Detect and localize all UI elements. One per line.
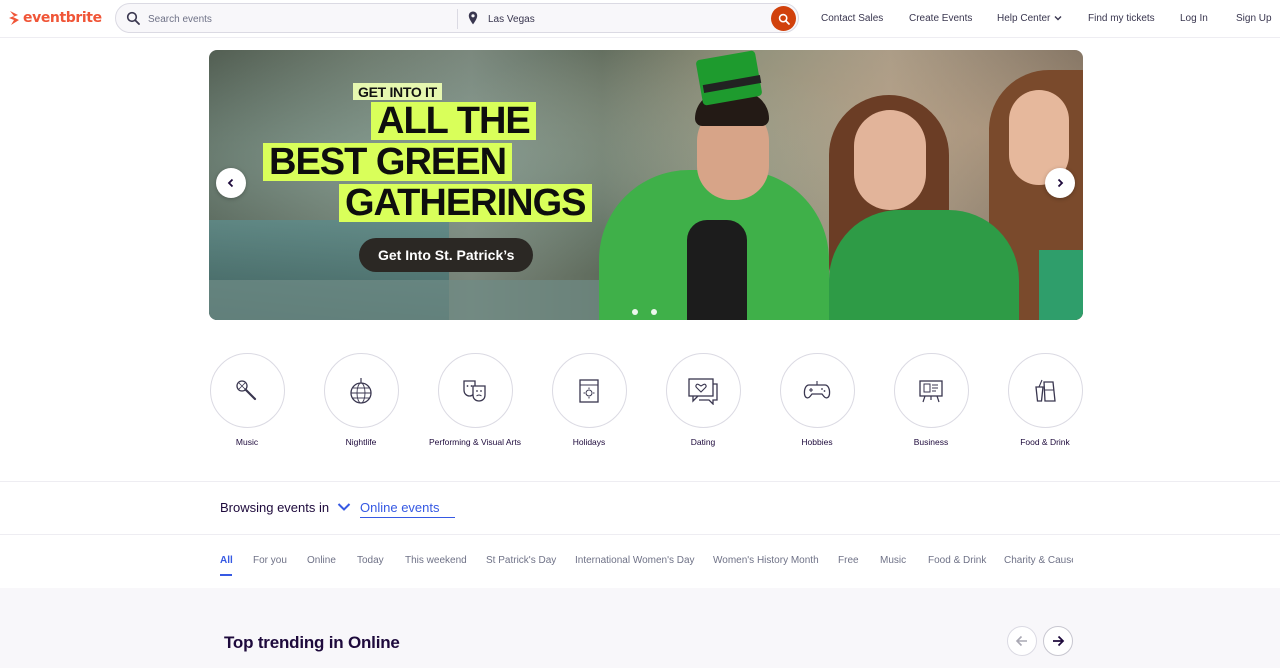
search-input[interactable]	[148, 11, 448, 27]
help-center-menu[interactable]: Help Center	[997, 13, 1062, 24]
sign-up-link[interactable]: Sign Up	[1236, 13, 1272, 24]
hero-headline-line-2: BEST GREEN	[263, 143, 513, 181]
disco-ball-icon	[350, 377, 372, 404]
eventbrite-logo-icon	[9, 11, 19, 25]
category-food-drink[interactable]: Food & Drink	[995, 353, 1095, 448]
hero-photo-sill	[209, 280, 609, 320]
category-circle[interactable]	[323, 353, 399, 428]
presentation-board-icon	[919, 379, 943, 402]
category-hobbies[interactable]: Hobbies	[767, 353, 867, 448]
location-pin-icon	[468, 11, 478, 25]
hero-photo-clothing	[1039, 250, 1083, 320]
hero-kicker: GET INTO IT	[353, 83, 442, 100]
calendar-icon	[579, 378, 599, 403]
tab-charity-causes[interactable]: Charity & Causes	[1004, 555, 1073, 566]
chevron-down-icon[interactable]	[337, 502, 351, 512]
category-label: Dating	[690, 437, 716, 447]
browsing-location: Browsing events in Online events	[220, 500, 455, 518]
category-label: Nightlife	[345, 437, 377, 447]
tab-today[interactable]: Today	[357, 555, 384, 566]
category-dating[interactable]: Dating	[653, 353, 753, 448]
location-input[interactable]	[488, 11, 748, 27]
category-circle[interactable]	[893, 353, 969, 428]
carousel-dots	[632, 309, 657, 315]
arrow-left-icon	[1015, 635, 1027, 647]
theater-masks-icon	[463, 379, 486, 402]
category-circle[interactable]	[437, 353, 513, 428]
hero-banner[interactable]: GET INTO IT ALL THE BEST GREEN GATHERING…	[209, 50, 1083, 320]
tab-international-womens-day[interactable]: International Women's Day	[575, 555, 695, 566]
chat-heart-icon	[688, 377, 718, 405]
category-circle[interactable]	[665, 353, 741, 428]
search-bar	[115, 3, 799, 33]
active-tab-indicator	[220, 574, 232, 576]
section-divider	[0, 481, 1280, 482]
category-label: Food & Drink	[1020, 437, 1070, 447]
tab-online[interactable]: Online	[307, 555, 336, 566]
carousel-next-button[interactable]	[1045, 168, 1075, 198]
hero-cta-button[interactable]: Get Into St. Patrick’s	[359, 238, 534, 272]
arrow-right-icon	[1053, 635, 1065, 647]
trending-title: Top trending in Online	[224, 633, 400, 652]
category-nightlife[interactable]: Nightlife	[311, 353, 411, 448]
trending-prev-button[interactable]	[1007, 626, 1037, 656]
section-divider	[0, 534, 1280, 535]
trending-section: Top trending in Online	[0, 588, 1280, 668]
trending-next-button[interactable]	[1043, 626, 1073, 656]
chevron-left-icon	[227, 178, 234, 188]
search-divider	[457, 9, 458, 29]
category-circle[interactable]	[209, 353, 285, 428]
hero-photo-clothing	[829, 210, 1019, 320]
tab-free[interactable]: Free	[838, 555, 859, 566]
tab-womens-history-month[interactable]: Women's History Month	[713, 555, 819, 566]
tab-this-weekend[interactable]: This weekend	[405, 555, 467, 566]
category-circle[interactable]	[551, 353, 627, 428]
log-in-link[interactable]: Log In	[1180, 13, 1208, 24]
search-button-icon	[778, 13, 790, 25]
eventbrite-logo[interactable]: eventbrite	[8, 8, 102, 28]
category-label: Hobbies	[801, 437, 833, 447]
tab-all[interactable]: All	[220, 555, 233, 566]
filter-tabs: All For you Online Today This weekend St…	[220, 555, 1073, 579]
tab-for-you[interactable]: For you	[253, 555, 287, 566]
hero-headline-line-1: ALL THE	[371, 102, 536, 140]
tab-food-drink[interactable]: Food & Drink	[928, 555, 986, 566]
search-icon	[126, 11, 140, 25]
browsing-location-select[interactable]: Online events	[360, 500, 455, 518]
carousel-dot[interactable]	[651, 309, 657, 315]
category-label: Music	[235, 437, 259, 447]
category-label: Holidays	[572, 437, 606, 447]
carousel-dot[interactable]	[632, 309, 638, 315]
drinks-icon	[1035, 379, 1056, 402]
help-center-label: Help Center	[997, 12, 1051, 24]
chevron-right-icon	[1057, 178, 1064, 188]
tab-st-patricks-day[interactable]: St Patrick's Day	[486, 555, 556, 566]
search-button[interactable]	[771, 6, 796, 31]
microphone-icon	[236, 379, 257, 400]
tab-music[interactable]: Music	[880, 555, 906, 566]
browsing-label: Browsing events in	[220, 500, 330, 515]
create-events-link[interactable]: Create Events	[909, 13, 972, 24]
chevron-down-icon	[1054, 16, 1062, 21]
logo-text: eventbrite	[23, 10, 102, 26]
hero-headline-line-3: GATHERINGS	[339, 184, 592, 222]
category-music[interactable]: Music	[197, 353, 297, 448]
contact-sales-link[interactable]: Contact Sales	[821, 13, 883, 24]
category-holidays[interactable]: Holidays	[539, 353, 639, 448]
hero-photo-clothing	[687, 220, 747, 320]
carousel-prev-button[interactable]	[216, 168, 246, 198]
category-label: Business	[913, 437, 949, 447]
category-business[interactable]: Business	[881, 353, 981, 448]
category-performing-visual-arts[interactable]: Performing & Visual Arts	[425, 353, 525, 448]
hero-photo-face	[854, 110, 926, 210]
category-circle[interactable]	[779, 353, 855, 428]
find-my-tickets-link[interactable]: Find my tickets	[1088, 13, 1155, 24]
gamepad-icon	[803, 380, 831, 399]
category-label: Performing & Visual Arts	[429, 437, 521, 447]
category-circle[interactable]	[1007, 353, 1083, 428]
top-header: eventbrite Contact Sales Create Events H…	[0, 0, 1280, 38]
